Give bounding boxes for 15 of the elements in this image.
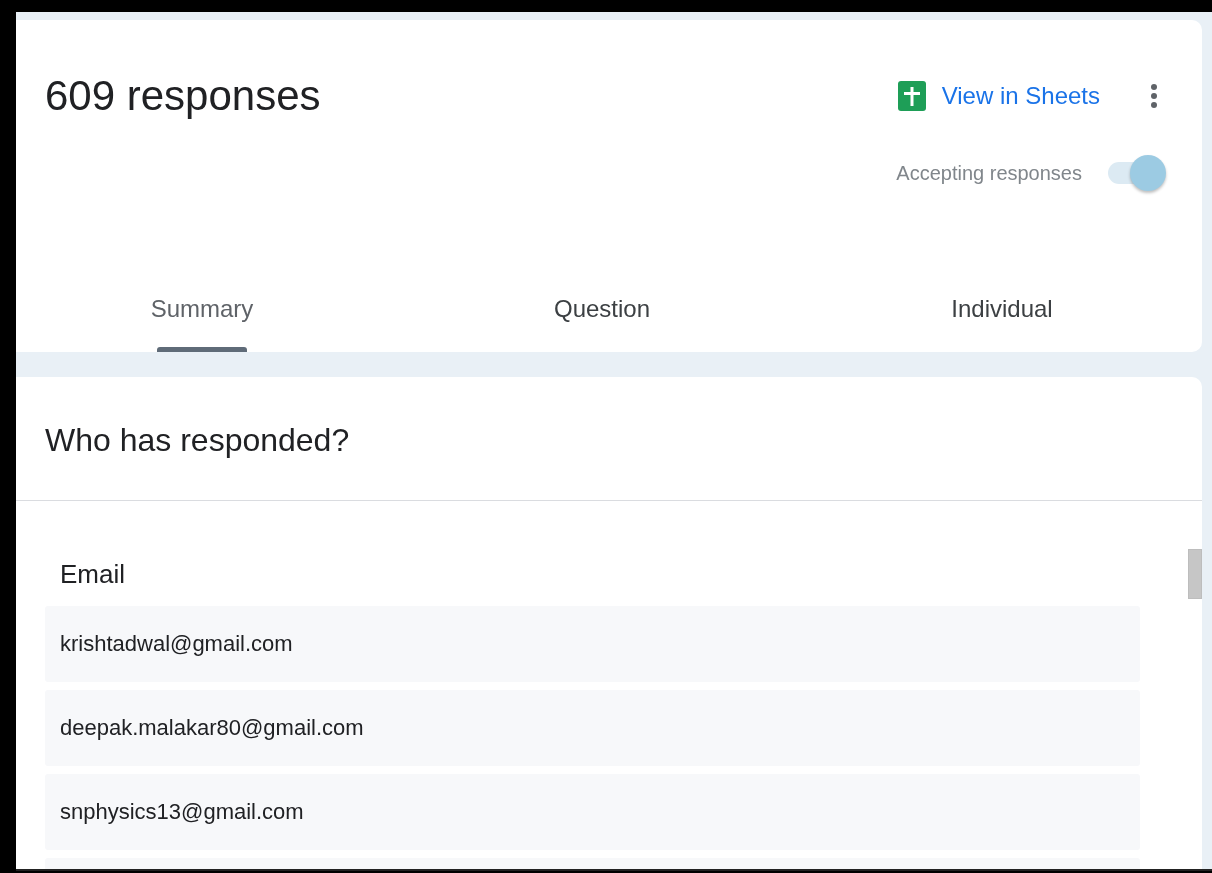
email-row: deepak.malakar80@gmail.com [45,690,1140,766]
scrollbar-thumb[interactable] [1188,549,1202,599]
accepting-responses-label: Accepting responses [896,161,1082,185]
sheets-icon [897,81,926,111]
section-title: Who has responded? [44,421,351,460]
column-header: Email [60,559,125,590]
accepting-responses-toggle[interactable] [1108,154,1166,192]
tab[interactable]: Individual [802,291,1202,352]
email-row: krishtadwal@gmail.com [45,606,1140,682]
responses-title: 609 responses [45,72,322,120]
more-options-icon[interactable] [1150,83,1158,109]
view-in-sheets-link[interactable]: View in Sheets [897,81,1100,111]
email-row: snphysics13@gmail.com [45,774,1140,850]
tab[interactable]: Question [402,291,802,352]
tab[interactable]: Summary [16,291,402,352]
